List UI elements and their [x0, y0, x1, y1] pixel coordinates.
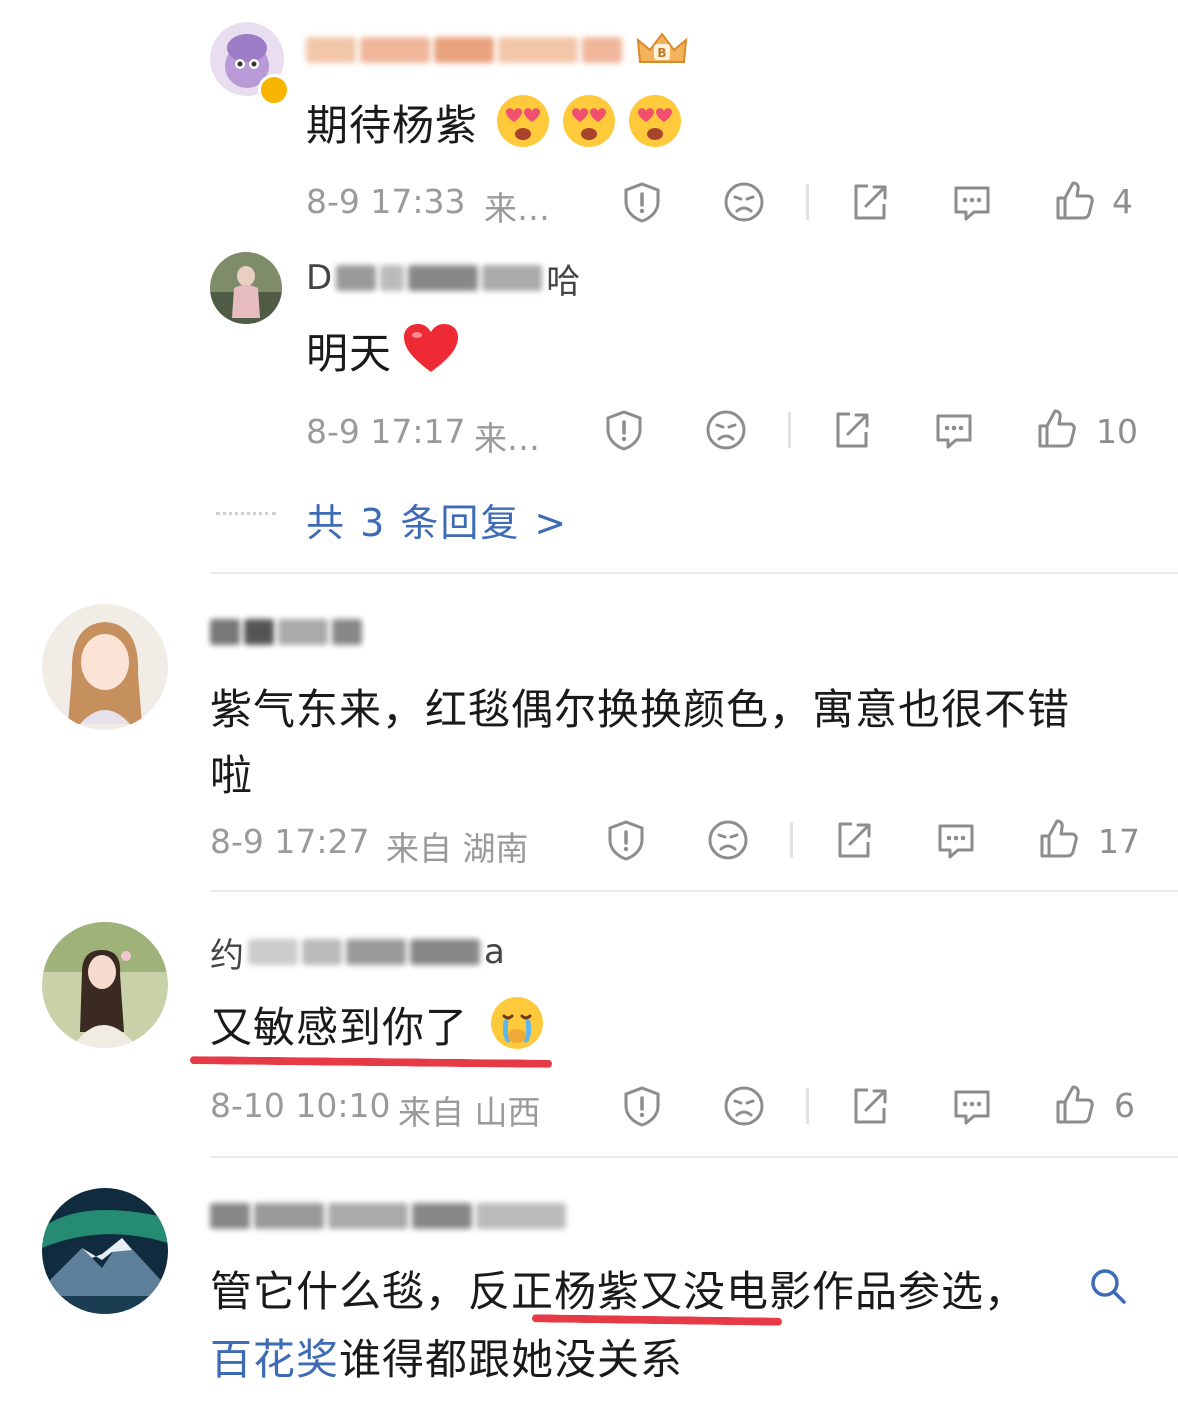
comment-text-line2: 百花奖谁得都跟她没关系: [210, 1326, 683, 1387]
comment-time: 8-9 17:27: [210, 822, 370, 861]
comment-divider: [210, 1156, 1178, 1158]
dislike-face-icon[interactable]: [722, 180, 766, 224]
reply-time: 8-9 17:33: [306, 182, 466, 221]
heart-eyes-emoji: [560, 92, 618, 154]
comment-text: 管它什么毯，反正杨紫又没电影作品参选，: [210, 1267, 1028, 1316]
like-count: 17: [1098, 822, 1140, 861]
comment-avatar[interactable]: [42, 922, 168, 1048]
search-icon[interactable]: [1086, 1264, 1130, 1308]
dislike-face-icon[interactable]: [704, 408, 748, 452]
comment-divider: [210, 890, 1178, 892]
comment-text: 紫气东来，红毯偶尔换换颜色，寓意也很不错: [210, 685, 1071, 734]
report-icon[interactable]: [604, 818, 648, 862]
like-icon[interactable]: [1036, 816, 1080, 860]
reply-text: 明天: [306, 329, 393, 378]
comment-username[interactable]: [210, 1196, 570, 1236]
action-separator: [790, 822, 793, 858]
like-count: 6: [1114, 1086, 1135, 1125]
reply-username[interactable]: [306, 30, 626, 70]
topic-link[interactable]: 百花奖: [210, 1335, 339, 1384]
report-icon[interactable]: [602, 408, 646, 452]
verified-badge-icon: [258, 74, 290, 106]
report-icon[interactable]: [620, 1084, 664, 1128]
dislike-face-icon[interactable]: [706, 818, 750, 862]
red-heart-emoji: [402, 322, 460, 378]
comment-avatar[interactable]: [42, 1188, 168, 1314]
reply-username[interactable]: D 哈: [306, 258, 584, 302]
action-separator: [806, 184, 809, 220]
crying-face-emoji: [488, 994, 546, 1056]
like-icon[interactable]: [1052, 1082, 1096, 1126]
reply-source: 来…: [474, 419, 540, 458]
reply-source: 来…: [484, 189, 550, 228]
comment-icon[interactable]: [934, 818, 978, 862]
like-icon[interactable]: [1034, 406, 1078, 450]
comment-source: 来自 湖南: [386, 829, 529, 868]
like-count: 4: [1112, 182, 1133, 221]
share-icon[interactable]: [848, 180, 892, 224]
comment-source: 来自 山西: [398, 1093, 541, 1132]
action-separator: [788, 412, 791, 448]
comment-avatar[interactable]: [42, 604, 168, 730]
reply-time: 8-9 17:17: [306, 412, 466, 451]
view-more-replies-link[interactable]: 共 3 条回复 >: [306, 492, 568, 547]
like-icon[interactable]: [1052, 178, 1096, 222]
dotted-indent: [216, 512, 276, 515]
comment-icon[interactable]: [950, 180, 994, 224]
comment-text-rest: 谁得都跟她没关系: [339, 1335, 684, 1384]
highlight-underline: [189, 1056, 553, 1068]
comment-divider: [210, 572, 1178, 574]
share-icon[interactable]: [848, 1084, 892, 1128]
crown-badge-icon: B: [634, 30, 690, 74]
comment-icon[interactable]: [932, 408, 976, 452]
comment-icon[interactable]: [950, 1084, 994, 1128]
like-count: 10: [1096, 412, 1138, 451]
reply-text: 期待杨紫: [306, 101, 479, 150]
comment-username[interactable]: 约 a: [210, 932, 509, 976]
report-icon[interactable]: [620, 180, 664, 224]
reply-avatar[interactable]: [210, 252, 282, 324]
comment-username[interactable]: [210, 612, 366, 652]
heart-eyes-emoji: [494, 92, 552, 154]
share-icon[interactable]: [830, 408, 874, 452]
dislike-face-icon[interactable]: [722, 1084, 766, 1128]
svg-text:B: B: [657, 46, 666, 60]
comment-time: 8-10 10:10: [210, 1086, 391, 1125]
action-separator: [806, 1088, 809, 1124]
heart-eyes-emoji: [626, 92, 684, 154]
share-icon[interactable]: [832, 818, 876, 862]
comment-text-line2: 啦: [210, 751, 254, 800]
comment-text: 又敏感到你了: [210, 1003, 469, 1052]
